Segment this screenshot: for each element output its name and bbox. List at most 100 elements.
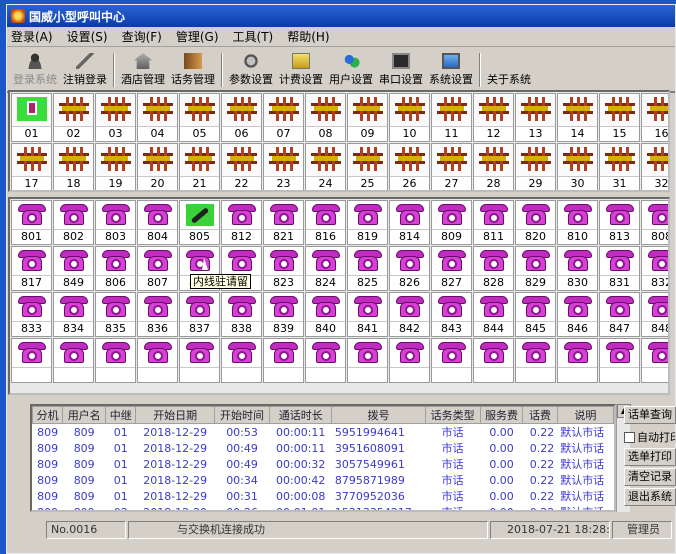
extension-cell[interactable]: 814 — [389, 200, 430, 245]
billing-settings-button[interactable]: 计费设置 — [279, 53, 323, 87]
extension-cell[interactable] — [599, 338, 640, 383]
trunk-cell[interactable]: 06 — [221, 93, 262, 142]
extension-cell[interactable] — [347, 338, 388, 383]
menu-login[interactable]: 登录(A) — [11, 28, 53, 45]
extension-cell[interactable] — [305, 338, 346, 383]
menu-query[interactable]: 查询(F) — [122, 28, 162, 45]
column-header[interactable]: 话费 — [522, 406, 558, 424]
trunk-cell[interactable]: 29 — [515, 143, 556, 190]
extension-cell[interactable]: 841 — [347, 292, 388, 337]
extension-cell[interactable]: 809 — [431, 200, 472, 245]
extension-cell[interactable]: 826 — [389, 246, 430, 291]
trunk-cell[interactable]: 05 — [179, 93, 220, 142]
extension-cell[interactable] — [389, 338, 430, 383]
extension-cell[interactable]: 835 — [95, 292, 136, 337]
trunk-cell[interactable]: 21 — [179, 143, 220, 190]
extension-cell[interactable]: 810 — [557, 200, 598, 245]
menu-tools[interactable]: 工具(T) — [233, 28, 274, 45]
table-row[interactable]: 809 809 01 2018-12-29 00:49 00:00:11 395160809… — [33, 440, 614, 456]
clear-records-button[interactable]: 清空记录 — [624, 468, 676, 486]
trunk-cell[interactable]: 15 — [599, 93, 640, 142]
extension-cell[interactable]: 821 — [263, 200, 304, 245]
extension-cell[interactable]: 819 — [347, 200, 388, 245]
extension-cell[interactable]: 807 — [137, 246, 178, 291]
menu-help[interactable]: 帮助(H) — [287, 28, 329, 45]
extension-cell[interactable]: 847 — [599, 292, 640, 337]
extension-cell[interactable]: 834 — [53, 292, 94, 337]
logout-button[interactable]: 注销登录 — [63, 53, 107, 87]
login-button[interactable]: 登录系统 — [13, 53, 57, 87]
extension-cell[interactable]: 845 — [515, 292, 556, 337]
extension-cell[interactable]: 838 — [221, 292, 262, 337]
extension-cell[interactable] — [179, 338, 220, 383]
menu-manage[interactable]: 管理(G) — [176, 28, 219, 45]
about-button[interactable]: 关于系统 — [487, 53, 531, 87]
extension-cell[interactable]: 812 — [221, 200, 262, 245]
extension-cell[interactable]: 820 — [515, 200, 556, 245]
extension-cell[interactable]: 811 — [473, 200, 514, 245]
hotel-manage-button[interactable]: 酒店管理 — [121, 53, 165, 87]
trunk-cell[interactable]: 03 — [95, 93, 136, 142]
column-header[interactable]: 分机 — [32, 406, 64, 424]
param-settings-button[interactable]: 参数设置 — [229, 53, 273, 87]
system-settings-button[interactable]: 系统设置 — [429, 53, 473, 87]
trunk-cell[interactable]: 10 — [389, 93, 430, 142]
column-header[interactable]: 话务类型 — [424, 406, 481, 424]
trunk-cell[interactable]: 31 — [599, 143, 640, 190]
trunk-cell[interactable]: 30 — [557, 143, 598, 190]
menu-settings[interactable]: 设置(S) — [67, 28, 108, 45]
extension-cell[interactable]: 823 — [263, 246, 304, 291]
extension-cell[interactable] — [137, 338, 178, 383]
auto-print-checkbox[interactable]: 自动打印 — [624, 428, 676, 446]
trunk-cell[interactable]: 24 — [305, 143, 346, 190]
extension-cell[interactable]: 832 — [641, 246, 668, 291]
trunk-cell[interactable]: 18 — [53, 143, 94, 190]
extension-cell[interactable] — [515, 338, 556, 383]
extension-cell[interactable]: 830 — [557, 246, 598, 291]
trunk-cell[interactable]: 13 — [515, 93, 556, 142]
extension-cell[interactable]: 824 — [305, 246, 346, 291]
trunk-cell[interactable]: 22 — [221, 143, 262, 190]
extension-cell[interactable]: 844 — [473, 292, 514, 337]
trunk-cell[interactable]: 26 — [389, 143, 430, 190]
extension-cell[interactable] — [95, 338, 136, 383]
column-header[interactable]: 中继 — [105, 406, 137, 424]
extension-cell[interactable]: 842 — [389, 292, 430, 337]
trunk-cell[interactable]: 04 — [137, 93, 178, 142]
user-settings-button[interactable]: 用户设置 — [329, 53, 373, 87]
trunk-cell[interactable]: 23 — [263, 143, 304, 190]
exit-system-button[interactable]: 退出系统 — [624, 488, 676, 506]
column-header[interactable]: 开始时间 — [213, 406, 271, 424]
extension-cell[interactable]: 839 — [263, 292, 304, 337]
trunk-cell[interactable]: 17 — [11, 143, 52, 190]
column-header[interactable]: 通话时长 — [269, 406, 333, 424]
extension-cell[interactable]: 840 — [305, 292, 346, 337]
checkbox-icon[interactable] — [624, 431, 635, 443]
trunk-cell[interactable]: 07 — [263, 93, 304, 142]
extension-cell[interactable]: 803 — [95, 200, 136, 245]
serial-settings-button[interactable]: 串口设置 — [379, 53, 423, 87]
table-row[interactable]: 809 809 02 2018-12-29 00:26 00:01:01 152133542… — [33, 504, 614, 511]
extension-cell[interactable] — [557, 338, 598, 383]
extension-cell[interactable]: 827 — [431, 246, 472, 291]
trunk-cell[interactable]: 08 — [305, 93, 346, 142]
trunk-cell[interactable]: 09 — [347, 93, 388, 142]
trunk-cell[interactable]: 32 — [641, 143, 668, 190]
extension-cell[interactable] — [221, 338, 262, 383]
extension-cell[interactable]: 833 — [11, 292, 52, 337]
extension-cell[interactable]: 846 — [557, 292, 598, 337]
trunk-cell[interactable]: 16 — [641, 93, 668, 142]
extension-cell[interactable] — [11, 338, 52, 383]
column-header[interactable]: 服务费 — [479, 406, 524, 424]
extension-cell[interactable] — [431, 338, 472, 383]
extension-cell[interactable]: 813 — [599, 200, 640, 245]
traffic-manage-button[interactable]: 话务管理 — [171, 53, 215, 87]
extension-cell[interactable]: 848 — [641, 292, 668, 337]
select-print-button[interactable]: 选单打印 — [624, 448, 676, 466]
extension-cell[interactable]: 817 — [11, 246, 52, 291]
extension-cell[interactable]: 816 — [305, 200, 346, 245]
query-log-button[interactable]: 话单查询 — [624, 406, 676, 424]
column-header[interactable]: 拨号 — [331, 406, 426, 424]
trunk-cell[interactable]: 25 — [347, 143, 388, 190]
extension-cell[interactable]: 849 — [53, 246, 94, 291]
